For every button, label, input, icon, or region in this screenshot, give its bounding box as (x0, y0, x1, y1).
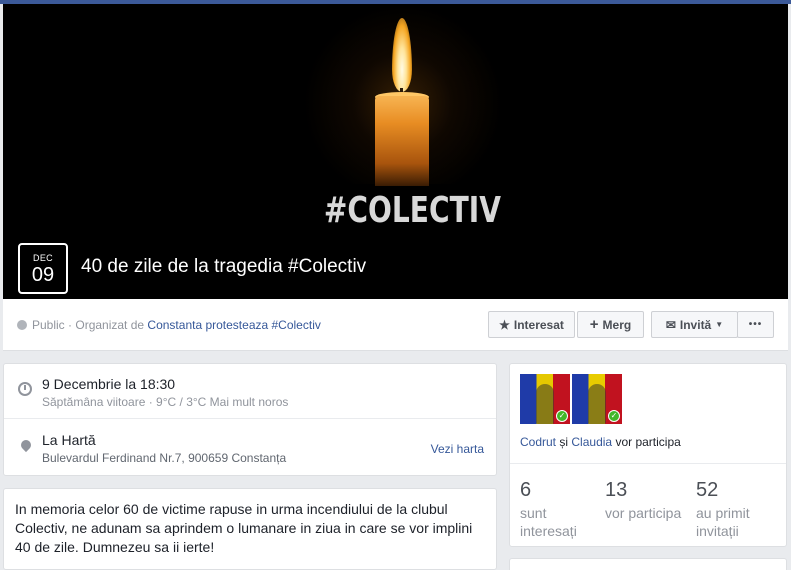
event-address: Bulevardul Ferdinand Nr.7, 900659 Consta… (42, 451, 287, 465)
more-dots-icon: ••• (748, 319, 763, 330)
view-map-link[interactable]: Vezi harta (431, 442, 484, 456)
invite-label: Invită (679, 317, 712, 332)
date-day: 09 (31, 264, 55, 286)
event-details-card: 9 Decembrie la 18:30 Săptămâna viitoare … (3, 363, 497, 476)
stat-label: vor participa (605, 505, 682, 521)
stat-count: 6 (520, 479, 532, 501)
stat-invited[interactable]: 52 au primit invitații (696, 479, 776, 540)
date-month: DEC (33, 253, 53, 263)
cover-hashtag-text: #COLECTIV (323, 190, 501, 231)
next-card (509, 558, 787, 570)
invite-button[interactable]: ✉ Invită ▼ (651, 311, 738, 338)
event-action-bar: Public · Organizat de Constanta proteste… (3, 299, 788, 351)
check-icon: ✓ (556, 410, 568, 422)
clock-icon (18, 382, 32, 396)
stat-going[interactable]: 13 vor participa (605, 479, 695, 522)
friend-name-2[interactable]: Claudia (571, 435, 612, 449)
event-cover-photo[interactable]: #COLECTIV DEC 09 40 de zile de la traged… (3, 4, 788, 299)
interested-label: Interesat (513, 317, 564, 332)
chevron-down-icon: ▼ (715, 320, 724, 329)
going-friends-line: Codrut și Claudia vor participa (520, 435, 681, 449)
globe-icon (17, 320, 27, 330)
stat-label: au primit invitații (696, 505, 750, 539)
event-date-badge: DEC 09 (18, 243, 68, 294)
stat-count: 52 (696, 479, 719, 501)
event-description-card: In memoria celor 60 de victime rapuse in… (3, 488, 497, 570)
envelope-icon: ✉ (665, 317, 676, 332)
map-pin-icon (18, 437, 34, 453)
and-word: și (559, 435, 569, 449)
avatar[interactable]: ✓ (572, 374, 622, 424)
event-datetime-sub: Săptămâna viitoare · 9°C / 3°C Mai mult … (42, 395, 289, 409)
stat-interested[interactable]: 6 sunt interesați (520, 479, 600, 540)
candle-image (375, 96, 429, 186)
plus-icon: + (589, 316, 599, 333)
event-location-row: La Hartă Bulevardul Ferdinand Nr.7, 9006… (4, 420, 496, 476)
organizer-link[interactable]: Constanta protesteaza #Colectiv (147, 318, 320, 332)
event-place[interactable]: La Hartă (42, 432, 96, 448)
friend-name-1[interactable]: Codrut (520, 435, 556, 449)
privacy-label: Public (32, 318, 65, 332)
more-options-button[interactable]: ••• (737, 311, 774, 338)
stat-count: 13 (605, 479, 628, 501)
event-title: 40 de zile de la tragedia #Colectiv (81, 256, 367, 277)
guests-card: ✓ ✓ Codrut și Claudia vor participa 6 su… (509, 363, 787, 547)
avatar-person (588, 384, 606, 424)
event-datetime: 9 Decembrie la 18:30 (42, 376, 176, 392)
going-button[interactable]: + Merg (577, 311, 644, 338)
avatar[interactable]: ✓ (520, 374, 570, 424)
event-meta: Public · Organizat de Constanta proteste… (17, 318, 321, 332)
divider (510, 463, 786, 464)
stat-label: sunt interesați (520, 505, 577, 539)
star-icon: ★ (499, 317, 510, 332)
event-time-row: 9 Decembrie la 18:30 Săptămâna viitoare … (4, 364, 496, 419)
going-suffix: vor participa (615, 435, 681, 449)
interested-button[interactable]: ★ Interesat (488, 311, 575, 338)
check-icon: ✓ (608, 410, 620, 422)
event-description: In memoria celor 60 de victime rapuse in… (15, 501, 473, 555)
avatar-person (536, 384, 554, 424)
going-label: Merg (602, 317, 632, 332)
organized-by-label: · Organizat de (68, 318, 145, 332)
